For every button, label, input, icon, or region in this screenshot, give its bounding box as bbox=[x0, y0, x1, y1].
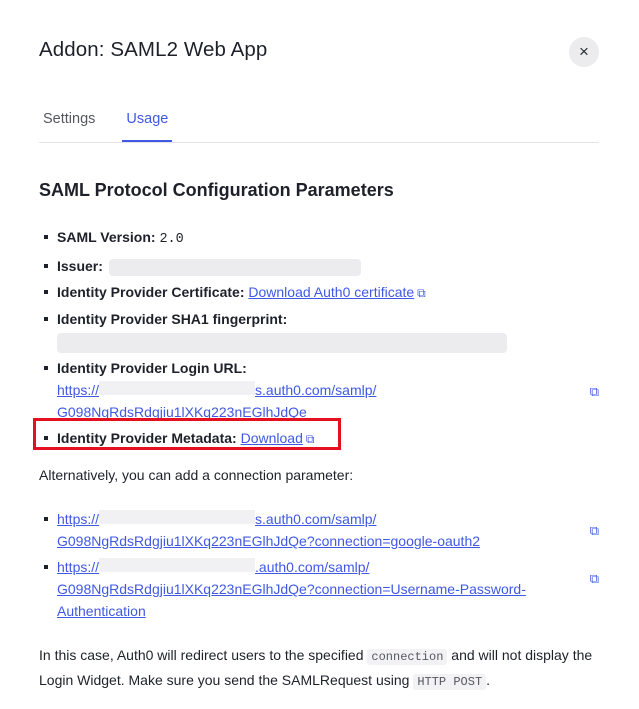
saml-version-value: 2.0 bbox=[159, 232, 184, 247]
connection-link-item: https://s.auth0.com/samlp/G098NgRdsRdgji… bbox=[39, 508, 599, 552]
login-url-label: Identity Provider Login URL: bbox=[57, 360, 247, 377]
tenant-redacted bbox=[99, 510, 256, 524]
saml-version-label: SAML Version: bbox=[57, 229, 156, 245]
parameter-list: SAML Version: 2.0 Issuer: Identity Provi… bbox=[39, 226, 599, 450]
login-url-external-link-icon[interactable]: ⧉ bbox=[590, 381, 599, 403]
external-link-icon: ⧉ bbox=[305, 432, 315, 447]
login-url-link[interactable]: https://s.auth0.com/samlp/G098NgRdsRdgji… bbox=[57, 381, 376, 420]
param-issuer: Issuer: bbox=[39, 255, 599, 277]
tab-bar: Settings Usage bbox=[39, 106, 599, 143]
fingerprint-value-redacted bbox=[57, 333, 507, 354]
footer-note: In this case, Auth0 will redirect users … bbox=[39, 647, 593, 690]
tenant-redacted bbox=[99, 558, 256, 572]
close-icon: × bbox=[579, 42, 589, 61]
username-password-link[interactable]: https://.auth0.com/samlp/G098NgRdsRdgjiu… bbox=[57, 558, 526, 619]
fingerprint-label: Identity Provider SHA1 fingerprint: bbox=[57, 311, 288, 327]
alternative-text: Alternatively, you can add a connection … bbox=[39, 467, 354, 483]
certificate-label: Identity Provider Certificate: bbox=[57, 284, 245, 300]
param-fingerprint: Identity Provider SHA1 fingerprint: bbox=[39, 308, 599, 354]
issuer-value-redacted bbox=[108, 258, 361, 276]
metadata-label: Identity Provider Metadata: bbox=[57, 430, 237, 447]
modal-title: Addon: SAML2 Web App bbox=[39, 38, 268, 61]
download-certificate-link[interactable]: Download Auth0 certificate bbox=[248, 284, 414, 300]
download-metadata-link[interactable]: Download bbox=[241, 430, 303, 446]
connection-code: connection bbox=[367, 649, 448, 665]
param-saml-version: SAML Version: 2.0 bbox=[39, 226, 599, 251]
http-post-code: HTTP POST bbox=[413, 673, 487, 690]
tab-settings[interactable]: Settings bbox=[39, 106, 99, 141]
external-link-icon[interactable]: ⧉ bbox=[590, 520, 599, 542]
login-url-tenant-redacted bbox=[99, 381, 256, 396]
section-title: SAML Protocol Configuration Parameters bbox=[39, 180, 394, 200]
connection-link-item: https://.auth0.com/samlp/G098NgRdsRdgjiu… bbox=[39, 556, 599, 622]
param-login-url: Identity Provider Login URL: https://s.a… bbox=[39, 357, 599, 423]
param-metadata: Identity Provider Metadata: Download ⧉ bbox=[39, 427, 599, 450]
external-link-icon: ⧉ bbox=[417, 286, 426, 300]
issuer-label: Issuer: bbox=[57, 258, 103, 274]
saml-addon-modal: Addon: SAML2 Web App × Settings Usage SA… bbox=[0, 0, 639, 709]
connection-parameter-list: https://s.auth0.com/samlp/G098NgRdsRdgji… bbox=[39, 508, 599, 622]
tab-usage[interactable]: Usage bbox=[122, 106, 173, 142]
param-certificate: Identity Provider Certificate: Download … bbox=[39, 281, 599, 304]
external-link-icon[interactable]: ⧉ bbox=[590, 568, 599, 590]
google-oauth2-link[interactable]: https://s.auth0.com/samlp/G098NgRdsRdgji… bbox=[57, 510, 480, 549]
close-button[interactable]: × bbox=[569, 37, 599, 67]
